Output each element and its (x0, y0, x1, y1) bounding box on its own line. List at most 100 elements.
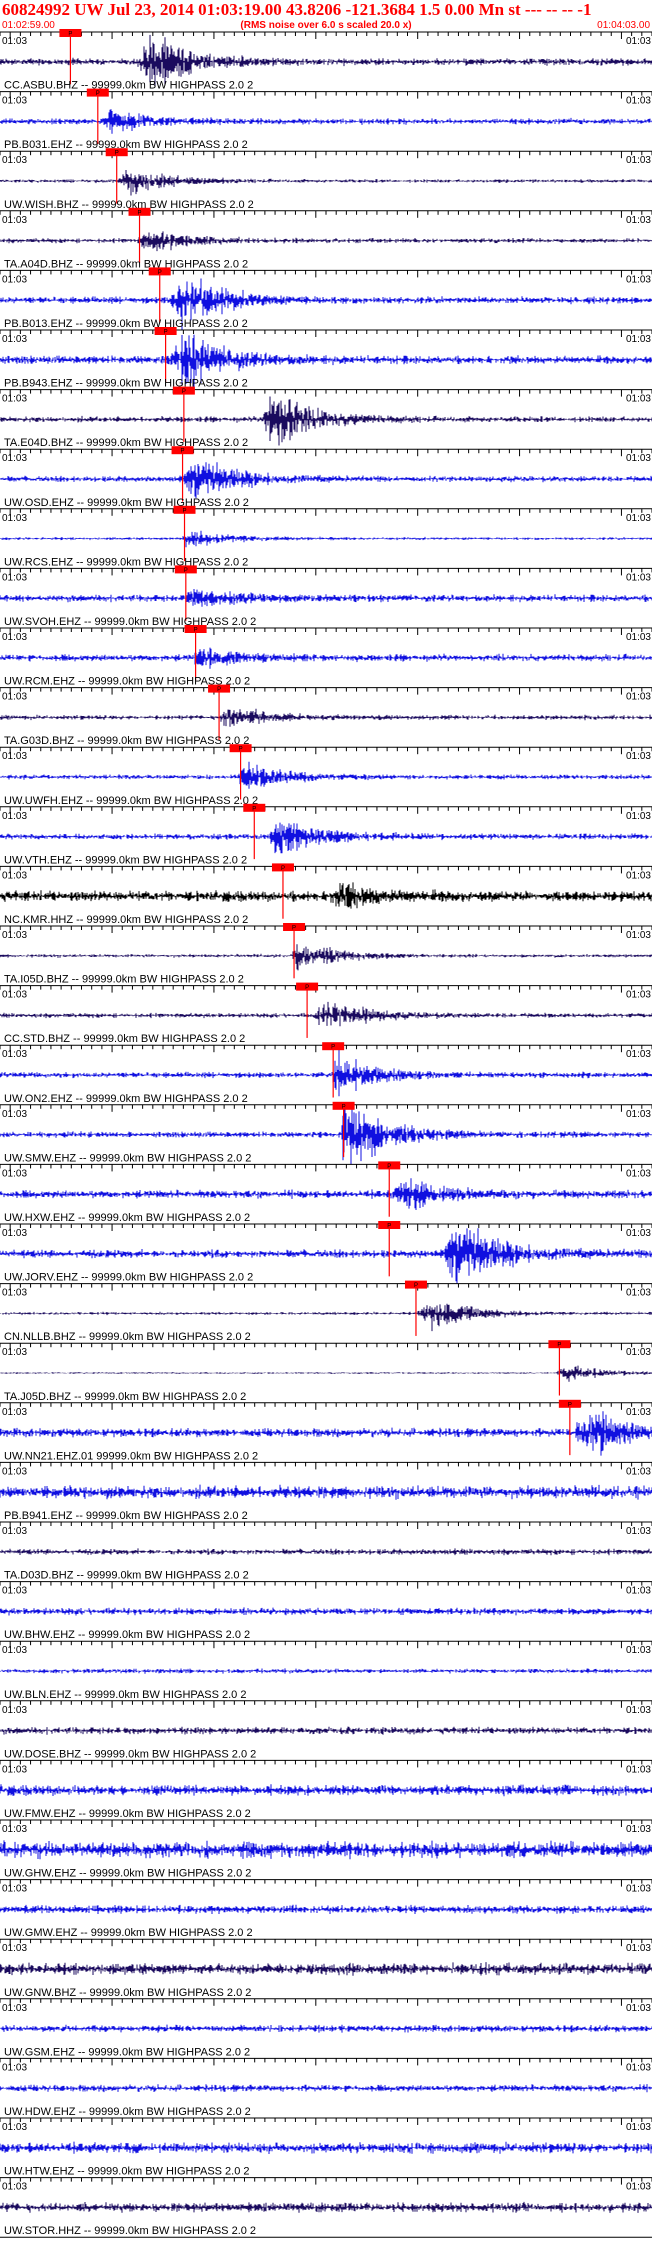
minute-label-right: 01:03 (626, 1705, 651, 1716)
pick-label: P (387, 1164, 391, 1170)
minute-label-left: 01:03 (2, 1764, 27, 1775)
station-label: NC.KMR.HHZ -- 99999.0km BW HIGHPASS 2.0 … (4, 914, 248, 926)
minute-label-right: 01:03 (626, 1764, 651, 1775)
minute-label-right: 01:03 (626, 572, 651, 583)
minute-label-right: 01:03 (626, 1228, 651, 1239)
waveform (0, 170, 652, 196)
minute-label-right: 01:03 (626, 1407, 651, 1418)
minute-label-left: 01:03 (2, 1705, 27, 1716)
trace-row: 01:03 01:03 P UW.ON2.EHZ -- 99999.0km BW HI… (0, 1042, 652, 1105)
waveform (0, 1484, 652, 1500)
minute-label-right: 01:03 (626, 1347, 651, 1358)
minute-label-left: 01:03 (2, 990, 27, 1001)
pick-label: P (138, 210, 142, 216)
pick-label: P (183, 508, 187, 514)
trace-row: 01:03 01:03 P TA.G03D.BHZ -- 99999.0km BW H… (0, 684, 652, 747)
waveform (0, 1411, 652, 1456)
minute-label-right: 01:03 (626, 692, 651, 703)
minute-label-left: 01:03 (2, 215, 27, 226)
rms-note: (RMS noise over 6.0 s scaled 20.0 x) (240, 20, 411, 31)
minute-label-left: 01:03 (2, 811, 27, 822)
minute-label-left: 01:03 (2, 1049, 27, 1060)
minute-label-right: 01:03 (626, 36, 651, 47)
minute-label-left: 01:03 (2, 1884, 27, 1895)
pick-label: P (158, 270, 162, 276)
minute-label-right: 01:03 (626, 513, 651, 524)
pick-label: P (292, 926, 296, 932)
pick-label: P (252, 806, 256, 812)
trace-row: 01:03 01:03 P CC.STD.BHZ -- 99999.0km BW HI… (0, 982, 652, 1045)
minute-label-right: 01:03 (626, 870, 651, 881)
trace-row: 01:03 01:03 P UW.JORV.EHZ -- 99999.0km BW H… (0, 1221, 652, 1284)
minute-label-right: 01:03 (626, 1466, 651, 1477)
trace-row: 01:03 01:03 UW.GNW.BHZ -- 99999.0km BW HIG… (0, 1938, 652, 1999)
waveform (0, 1049, 652, 1097)
pick-label: P (239, 747, 243, 753)
pick-label: P (115, 151, 119, 157)
station-label: CC.ASBU.BHZ -- 99999.0km BW HIGHPASS 2.0… (4, 80, 253, 92)
waveform (0, 822, 652, 854)
minute-label-right: 01:03 (626, 1288, 651, 1299)
station-label: TA.A04D.BHZ -- 99999.0km BW HIGHPASS 2.0… (4, 258, 248, 270)
trace-row: 01:03 01:03 UW.GHW.EHZ -- 99999.0km BW HIG… (0, 1819, 652, 1880)
minute-label-right: 01:03 (626, 215, 651, 226)
minute-label-left: 01:03 (2, 1407, 27, 1418)
minute-label-left: 01:03 (2, 632, 27, 643)
trace-row: 01:03 01:03 P UW.RCS.EHZ -- 99999.0km BW HI… (0, 505, 652, 568)
trace-row: 01:03 01:03 PB.B941.EHZ -- 99999.0km BW HI… (0, 1461, 652, 1522)
minute-label-right: 01:03 (626, 2003, 651, 2014)
pick-label: P (181, 449, 185, 455)
minute-label-left: 01:03 (2, 2062, 27, 2073)
trace-row: 01:03 01:03 P UW.HXW.EHZ -- 99999.0km BW HI… (0, 1161, 652, 1224)
minute-label-left: 01:03 (2, 1347, 27, 1358)
waveform (0, 1784, 652, 1797)
minute-label-left: 01:03 (2, 453, 27, 464)
minute-label-right: 01:03 (626, 1109, 651, 1120)
pick-label: P (281, 866, 285, 872)
waveform (0, 1178, 652, 1210)
minute-label-left: 01:03 (2, 572, 27, 583)
trace-row: 01:03 01:03 TA.D03D.BHZ -- 99999.0km BW HI… (0, 1521, 652, 1582)
trace-row: 01:03 01:03 UW.STOR.HHZ -- 99999.0km BW HI… (0, 2177, 652, 2237)
trace-row: 01:03 01:03 P UW.NN21.EHZ.01 99999.0km BW H… (0, 1399, 652, 1462)
trace-row: 01:03 01:03PPB.B031.EHZ -- 99999.0km BW H… (0, 88, 652, 151)
waveform (0, 1668, 652, 1674)
minute-label-right: 01:03 (626, 1943, 651, 1954)
trace-row: 01:03 01:03 UW.DOSE.BHZ -- 99999.0km BW HI… (0, 1700, 652, 1760)
trace-row: 01:03 01:03 UW.HDW.EHZ -- 99999.0km BW HIG… (0, 2057, 652, 2118)
minute-label-right: 01:03 (626, 394, 651, 405)
trace-row: 01:03 01:03 P TA.I05D.BHZ -- 99999.0km BW H… (0, 923, 652, 986)
pick-label: P (305, 985, 309, 991)
trace-row: 01:03 01:03 P TA.E04D.BHZ -- 99999.0km BW H… (0, 386, 652, 449)
trace-row: 01:03 01:03 P TA.A04D.BHZ -- 99999.0km BW H… (0, 207, 652, 270)
minute-label-right: 01:03 (626, 1645, 651, 1656)
minute-label-right: 01:03 (626, 2182, 651, 2193)
event-title: 60824992 UW Jul 23, 2014 01:03:19.00 43.… (2, 0, 591, 19)
minute-label-left: 01:03 (2, 692, 27, 703)
pick-label: P (68, 32, 72, 38)
pick-label: P (184, 568, 188, 574)
waveform (0, 1962, 652, 1976)
trace-row: 01:03 01:03 UW.GSM.EHZ -- 99999.0km BW HIG… (0, 1998, 652, 2058)
trace-row: 01:03 01:03 P UW.VTH.EHZ -- 99999.0km BW HI… (0, 803, 652, 866)
waveform (0, 944, 652, 971)
waveform (0, 1904, 652, 1914)
station-label: PB.B013.EHZ -- 99999.0km BW HIGHPASS 2.0… (4, 318, 248, 330)
waveform (0, 2201, 652, 2213)
minute-label-right: 01:03 (626, 990, 651, 1001)
waveform (0, 1365, 652, 1382)
minute-label-left: 01:03 (2, 751, 27, 762)
waveform (0, 462, 652, 499)
minute-label-right: 01:03 (626, 1526, 651, 1537)
minute-label-left: 01:03 (2, 1228, 27, 1239)
pick-label: P (96, 91, 100, 97)
pick-label: P (194, 628, 198, 634)
station-label: TA.G03D.BHZ -- 99999.0km BW HIGHPASS 2.0… (4, 735, 249, 747)
seismogram-plot: 60824992 UW Jul 23, 2014 01:03:19.00 43.… (0, 0, 652, 2238)
minute-label-right: 01:03 (626, 334, 651, 345)
trace-row: 01:03 01:03 UW.HTW.EHZ -- 99999.0km BW HIG… (0, 2117, 652, 2178)
waveform (0, 1001, 652, 1027)
minute-label-left: 01:03 (2, 2182, 27, 2193)
station-label: UW.JORV.EHZ -- 99999.0km BW HIGHPASS 2.0… (4, 1272, 253, 1284)
minute-label-right: 01:03 (626, 751, 651, 762)
